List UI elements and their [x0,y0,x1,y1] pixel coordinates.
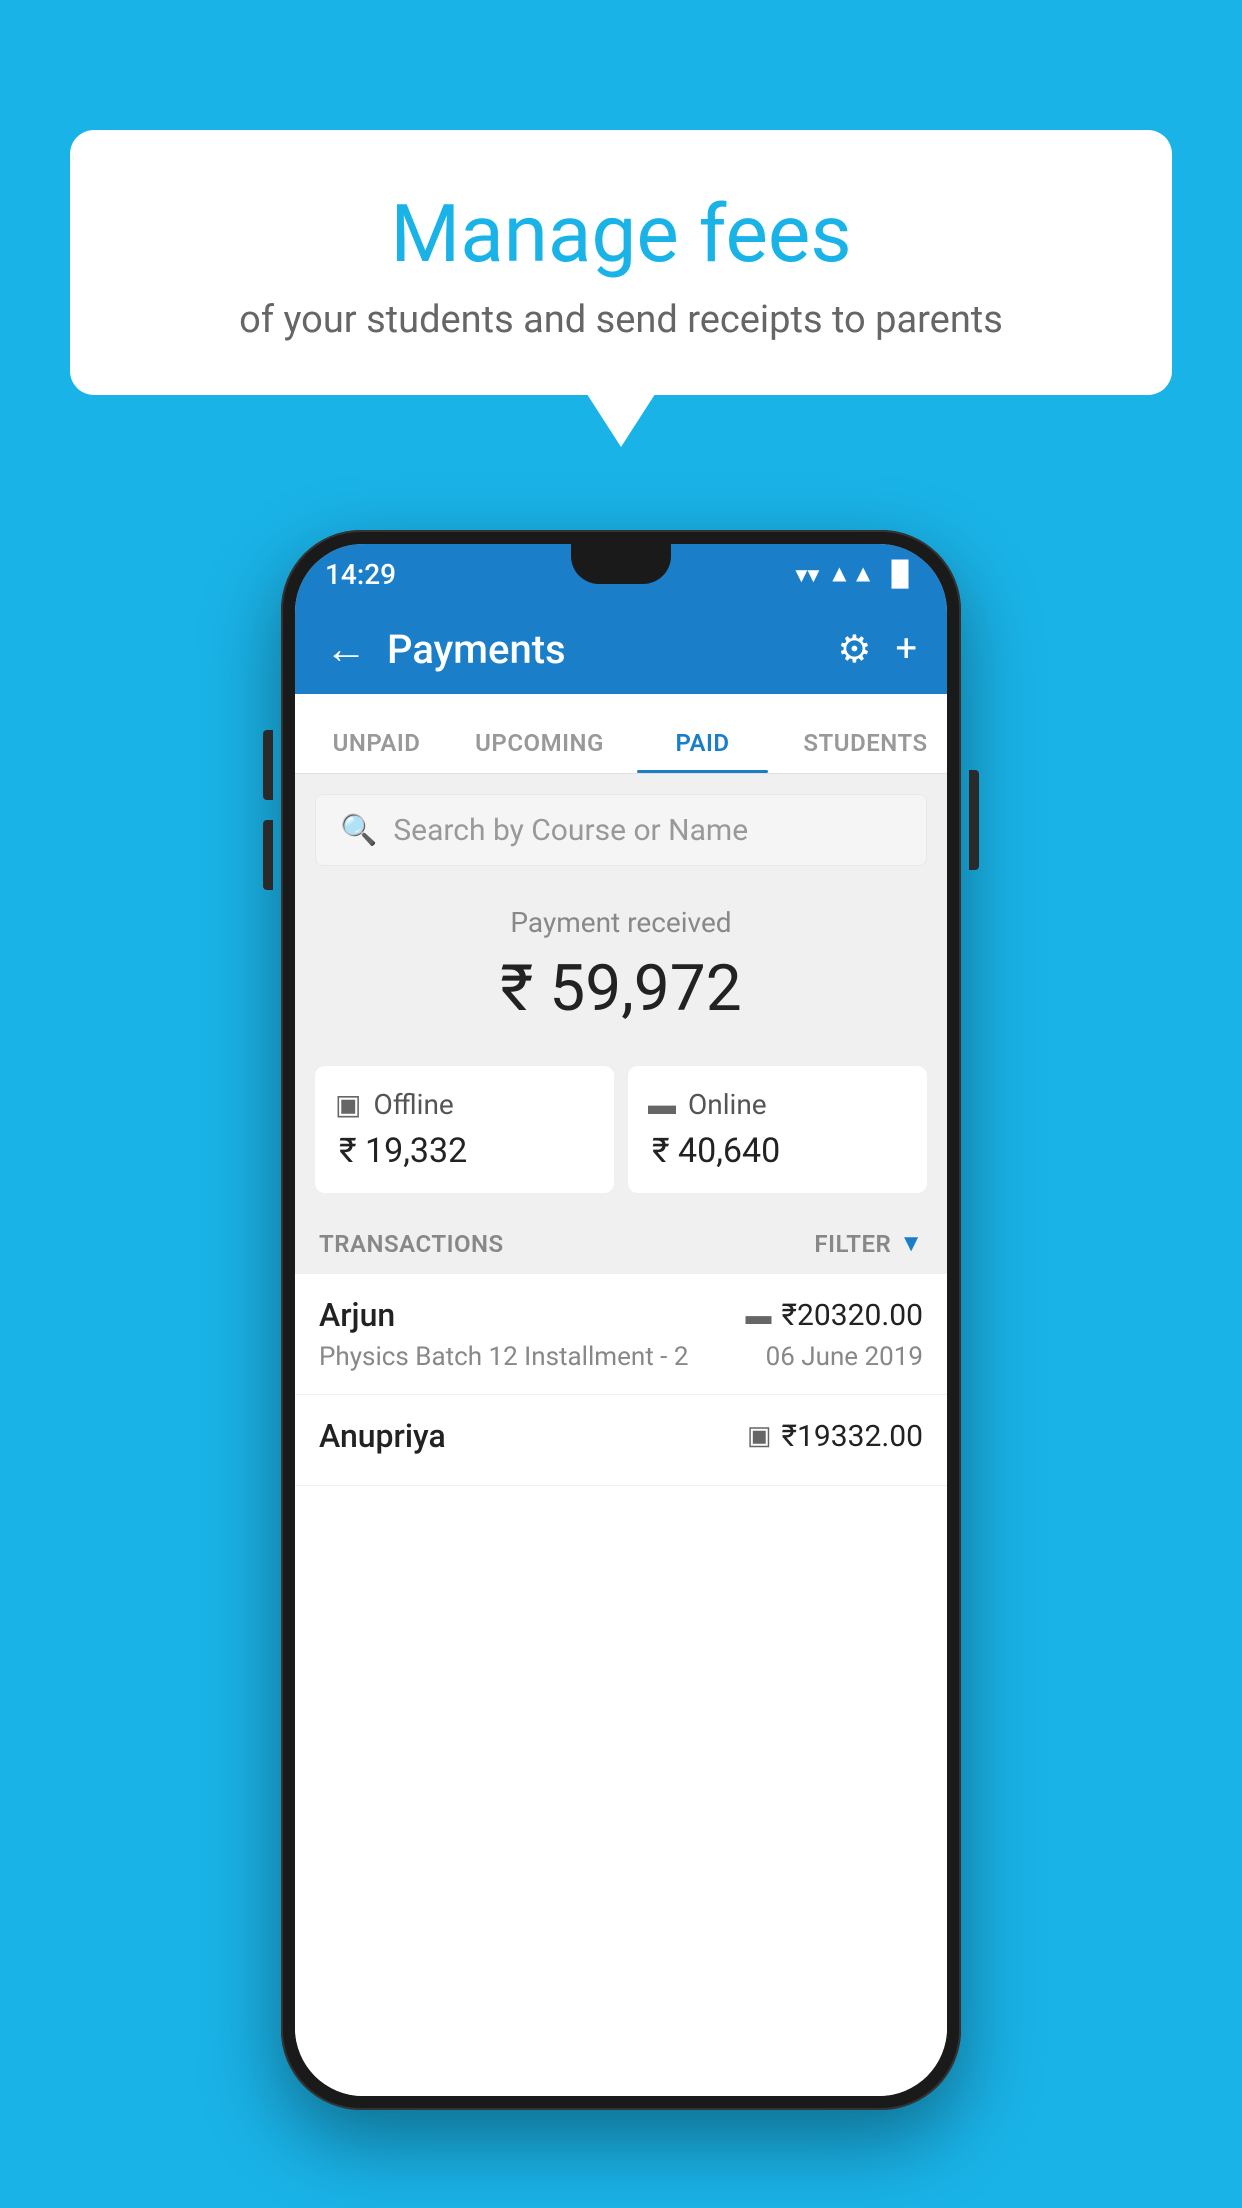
bubble-title: Manage fees [120,190,1122,278]
tx-offline-icon: ▣ [747,1421,772,1451]
tab-unpaid[interactable]: UNPAID [295,729,458,773]
payment-label: Payment received [315,906,927,939]
tx-amount-wrap: ▬ ₹20320.00 [746,1298,923,1333]
online-card-top: ▬ Online [648,1088,767,1121]
signal-icon: ▲▲ [827,560,875,589]
transaction-item[interactable]: Arjun ▬ ₹20320.00 Physics Batch 12 Insta… [295,1274,947,1395]
add-icon[interactable]: + [895,627,917,671]
app-title: Payments [387,626,837,673]
tx-online-icon: ▬ [746,1300,772,1331]
tx-row-bottom: Physics Batch 12 Installment - 2 06 June… [319,1342,923,1372]
tx-name-2: Anupriya [319,1417,446,1455]
payment-cards: ▣ Offline ₹ 19,332 ▬ Online ₹ 40,640 [295,1066,947,1213]
tabs-bar: UNPAID UPCOMING PAID STUDENTS [295,694,947,774]
offline-label: Offline [373,1088,453,1121]
tx-row-top-2: Anupriya ▣ ₹19332.00 [319,1417,923,1455]
offline-card: ▣ Offline ₹ 19,332 [315,1066,614,1193]
volume-up-button [263,730,273,800]
phone-screen: 14:29 ▾▾ ▲▲ ▐▌ ← Payments ⚙ + UNPAID U [295,544,947,2096]
filter-icon: ▼ [899,1229,923,1258]
transaction-item[interactable]: Anupriya ▣ ₹19332.00 [295,1395,947,1486]
app-bar: ← Payments ⚙ + [295,604,947,694]
tab-upcoming[interactable]: UPCOMING [458,729,621,773]
payment-amount: ₹ 59,972 [315,951,927,1026]
search-icon: 🔍 [340,813,377,848]
status-time: 14:29 [325,558,396,591]
settings-icon[interactable]: ⚙ [837,627,871,672]
back-button[interactable]: ← [325,625,367,674]
search-placeholder: Search by Course or Name [393,813,748,848]
filter-label: FILTER [814,1230,891,1258]
transactions-header: TRANSACTIONS FILTER ▼ [295,1213,947,1274]
bubble-subtitle: of your students and send receipts to pa… [120,296,1122,345]
speech-bubble: Manage fees of your students and send re… [70,130,1172,395]
online-label: Online [688,1088,767,1121]
wifi-icon: ▾▾ [795,560,819,588]
phone-outer: 14:29 ▾▾ ▲▲ ▐▌ ← Payments ⚙ + UNPAID U [281,530,961,2110]
tx-amount-2: ₹19332.00 [782,1419,923,1454]
phone-container: 14:29 ▾▾ ▲▲ ▐▌ ← Payments ⚙ + UNPAID U [281,530,961,2110]
online-amount: ₹ 40,640 [648,1131,780,1171]
tx-date: 06 June 2019 [766,1342,923,1372]
phone-notch [571,544,671,584]
volume-down-button [263,820,273,890]
tab-paid[interactable]: PAID [621,729,784,773]
app-bar-actions: ⚙ + [837,627,917,672]
filter-button[interactable]: FILTER ▼ [814,1229,923,1258]
tx-amount: ₹20320.00 [782,1298,923,1333]
offline-amount: ₹ 19,332 [335,1131,467,1171]
status-icons: ▾▾ ▲▲ ▐▌ [795,560,917,589]
tx-amount-wrap-2: ▣ ₹19332.00 [747,1419,923,1454]
battery-icon: ▐▌ [883,560,917,589]
content-area: 🔍 Search by Course or Name Payment recei… [295,774,947,2096]
transactions-label: TRANSACTIONS [319,1230,504,1258]
online-card: ▬ Online ₹ 40,640 [628,1066,927,1193]
transactions-list: Arjun ▬ ₹20320.00 Physics Batch 12 Insta… [295,1274,947,2096]
online-payment-icon: ▬ [648,1088,676,1121]
tx-row-top: Arjun ▬ ₹20320.00 [319,1296,923,1334]
tab-students[interactable]: STUDENTS [784,729,947,773]
offline-payment-icon: ▣ [335,1088,361,1121]
search-bar[interactable]: 🔍 Search by Course or Name [315,794,927,866]
tx-name: Arjun [319,1296,395,1334]
tx-course: Physics Batch 12 Installment - 2 [319,1342,688,1372]
payment-summary: Payment received ₹ 59,972 [295,876,947,1066]
offline-card-top: ▣ Offline [335,1088,454,1121]
power-button [969,770,979,870]
